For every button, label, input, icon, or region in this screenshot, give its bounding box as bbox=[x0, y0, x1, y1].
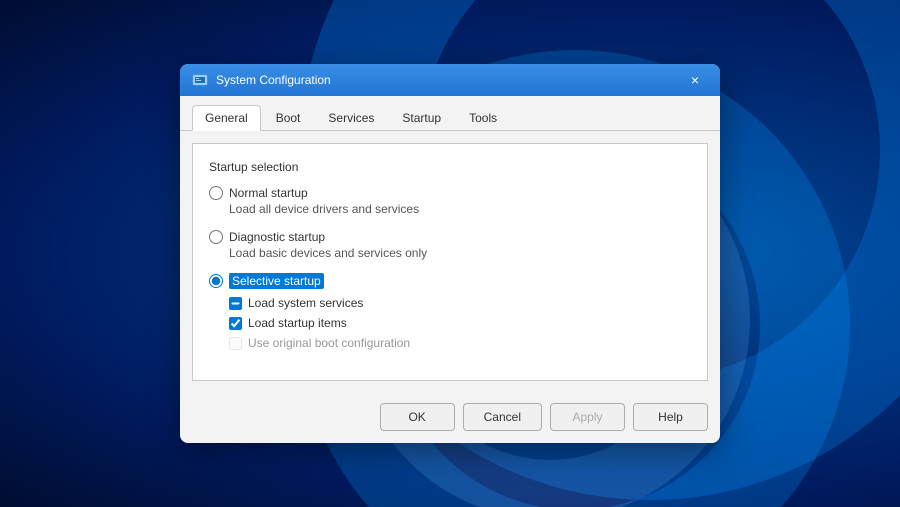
apply-button[interactable]: Apply bbox=[550, 403, 625, 431]
use-original-boot-checkbox bbox=[229, 337, 242, 350]
dialog-title: System Configuration bbox=[216, 73, 682, 87]
load-startup-items-row: Load startup items bbox=[229, 316, 691, 330]
title-bar: System Configuration × bbox=[180, 64, 720, 96]
selective-startup-children: Load system services Load startup items … bbox=[229, 296, 691, 350]
dialog-overlay: System Configuration × General Boot Serv… bbox=[0, 0, 900, 507]
normal-startup-description: Load all device drivers and services bbox=[229, 202, 691, 216]
diagnostic-startup-description: Load basic devices and services only bbox=[229, 246, 691, 260]
title-bar-icon bbox=[192, 72, 208, 88]
diagnostic-startup-option: Diagnostic startup Load basic devices an… bbox=[209, 230, 691, 260]
load-system-services-label[interactable]: Load system services bbox=[248, 296, 363, 310]
tab-general[interactable]: General bbox=[192, 105, 261, 131]
normal-startup-text: Normal startup bbox=[229, 186, 308, 200]
section-title: Startup selection bbox=[209, 160, 691, 174]
dialog-content-area: Startup selection Normal startup Load al… bbox=[192, 143, 708, 381]
normal-startup-option: Normal startup Load all device drivers a… bbox=[209, 186, 691, 216]
selective-startup-text: Selective startup bbox=[229, 274, 324, 288]
button-row: OK Cancel Apply Help bbox=[180, 393, 720, 443]
system-configuration-dialog: System Configuration × General Boot Serv… bbox=[180, 64, 720, 443]
diagnostic-startup-label[interactable]: Diagnostic startup bbox=[209, 230, 691, 244]
normal-startup-label[interactable]: Normal startup bbox=[209, 186, 691, 200]
selective-startup-radio[interactable] bbox=[209, 274, 223, 288]
diagnostic-startup-radio[interactable] bbox=[209, 230, 223, 244]
selective-startup-highlight: Selective startup bbox=[229, 273, 324, 289]
load-system-services-checkbox[interactable] bbox=[229, 297, 242, 310]
tab-startup[interactable]: Startup bbox=[389, 105, 454, 131]
selective-startup-label[interactable]: Selective startup bbox=[209, 274, 691, 288]
load-startup-items-label[interactable]: Load startup items bbox=[248, 316, 347, 330]
tab-boot[interactable]: Boot bbox=[263, 105, 314, 131]
tab-services[interactable]: Services bbox=[315, 105, 387, 131]
diagnostic-startup-text: Diagnostic startup bbox=[229, 230, 325, 244]
load-startup-items-checkbox[interactable] bbox=[229, 317, 242, 330]
use-original-boot-row: Use original boot configuration bbox=[229, 336, 691, 350]
tab-tools[interactable]: Tools bbox=[456, 105, 510, 131]
load-system-services-row: Load system services bbox=[229, 296, 691, 310]
normal-startup-radio[interactable] bbox=[209, 186, 223, 200]
selective-startup-option: Selective startup Load system services L… bbox=[209, 274, 691, 350]
tab-bar: General Boot Services Startup Tools bbox=[180, 96, 720, 131]
close-button[interactable]: × bbox=[682, 70, 708, 90]
ok-button[interactable]: OK bbox=[380, 403, 455, 431]
help-button[interactable]: Help bbox=[633, 403, 708, 431]
cancel-button[interactable]: Cancel bbox=[463, 403, 542, 431]
use-original-boot-label: Use original boot configuration bbox=[248, 336, 410, 350]
